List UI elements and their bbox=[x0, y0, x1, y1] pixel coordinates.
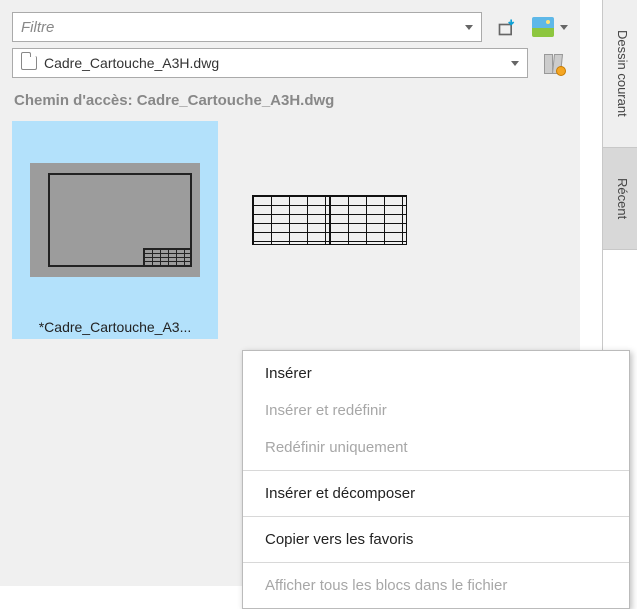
tile-preview bbox=[226, 121, 432, 319]
tile-preview bbox=[12, 121, 218, 319]
insert-block-button[interactable] bbox=[492, 12, 522, 42]
menu-insert-redefine: Insérer et redéfinir bbox=[243, 392, 629, 429]
tab-recent[interactable]: Récent bbox=[602, 148, 637, 250]
block-insert-icon bbox=[497, 17, 517, 37]
chevron-down-icon bbox=[465, 25, 473, 30]
image-icon bbox=[532, 17, 554, 37]
blocks-palette: Filtre Cadre_Cartouche_A3H.dwg bbox=[0, 0, 580, 586]
menu-separator bbox=[243, 562, 629, 563]
block-tile[interactable] bbox=[226, 121, 432, 339]
path-label: Chemin d'accès: Cadre_Cartouche_A3H.dwg bbox=[12, 90, 568, 119]
block-gallery: *Cadre_Cartouche_A3... bbox=[12, 119, 568, 339]
menu-separator bbox=[243, 470, 629, 471]
filter-input[interactable]: Filtre bbox=[12, 12, 482, 42]
menu-redefine-only: Redéfinir uniquement bbox=[243, 429, 629, 466]
menu-insert-explode[interactable]: Insérer et décomposer bbox=[243, 475, 629, 512]
block-tile[interactable]: *Cadre_Cartouche_A3... bbox=[12, 121, 218, 339]
chevron-down-icon bbox=[511, 61, 519, 66]
folder-icon bbox=[21, 56, 37, 70]
file-name: Cadre_Cartouche_A3H.dwg bbox=[44, 55, 219, 71]
library-button[interactable] bbox=[538, 48, 568, 78]
file-row: Cadre_Cartouche_A3H.dwg bbox=[12, 48, 568, 78]
thumbnail-options-button[interactable] bbox=[532, 17, 568, 37]
menu-separator bbox=[243, 516, 629, 517]
chevron-down-icon bbox=[560, 25, 568, 30]
filter-placeholder: Filtre bbox=[21, 19, 54, 36]
tile-caption: *Cadre_Cartouche_A3... bbox=[12, 319, 218, 335]
context-menu: Insérer Insérer et redéfinir Redéfinir u… bbox=[242, 350, 630, 609]
file-dropdown[interactable]: Cadre_Cartouche_A3H.dwg bbox=[12, 48, 528, 78]
tab-current-drawing[interactable]: Dessin courant bbox=[602, 0, 637, 148]
toolbar-top: Filtre bbox=[12, 12, 568, 42]
library-icon bbox=[540, 50, 566, 76]
menu-copy-favorites[interactable]: Copier vers les favoris bbox=[243, 521, 629, 558]
menu-insert[interactable]: Insérer bbox=[243, 355, 629, 392]
